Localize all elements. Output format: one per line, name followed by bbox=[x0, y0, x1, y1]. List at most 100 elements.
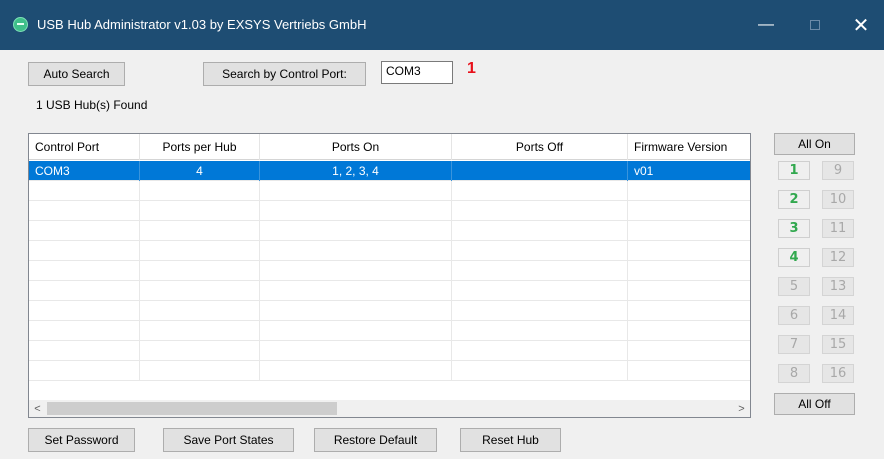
empty-cell bbox=[260, 201, 452, 221]
empty-cell bbox=[260, 221, 452, 241]
column-header-ports-on[interactable]: Ports On bbox=[260, 134, 452, 160]
empty-cell bbox=[628, 281, 750, 301]
empty-cell bbox=[260, 261, 452, 281]
column-header-ports-off[interactable]: Ports Off bbox=[452, 134, 628, 160]
port-2-button[interactable]: 2 bbox=[778, 190, 810, 209]
column-header-firmware-version[interactable]: Firmware Version bbox=[628, 134, 750, 160]
hub-table[interactable]: Control Port Ports per Hub Ports On Port… bbox=[28, 133, 751, 418]
empty-cell bbox=[140, 361, 260, 381]
empty-cell bbox=[452, 301, 628, 321]
empty-cell bbox=[628, 201, 750, 221]
empty-cell bbox=[140, 241, 260, 261]
table-row-empty[interactable] bbox=[29, 241, 750, 261]
table-row-empty[interactable] bbox=[29, 181, 750, 201]
search-by-control-port-button[interactable]: Search by Control Port: bbox=[203, 62, 366, 86]
port-4-button[interactable]: 4 bbox=[778, 248, 810, 267]
title-bar: USB Hub Administrator v1.03 by EXSYS Ver… bbox=[0, 0, 884, 50]
close-button[interactable]: ✕ bbox=[838, 0, 884, 50]
empty-cell bbox=[140, 201, 260, 221]
empty-cell bbox=[628, 241, 750, 261]
empty-cell bbox=[260, 241, 452, 261]
empty-cell bbox=[29, 241, 140, 261]
cell-ports-on: 1, 2, 3, 4 bbox=[260, 161, 452, 181]
column-header-ports-per-hub[interactable]: Ports per Hub bbox=[140, 134, 260, 160]
empty-cell bbox=[260, 181, 452, 201]
empty-cell bbox=[628, 181, 750, 201]
table-row-empty[interactable] bbox=[29, 281, 750, 301]
minimize-button[interactable]: — bbox=[743, 0, 789, 50]
port-3-button[interactable]: 3 bbox=[778, 219, 810, 238]
scroll-left-icon[interactable]: < bbox=[29, 400, 46, 417]
port-14-button[interactable]: 14 bbox=[822, 306, 854, 325]
empty-cell bbox=[29, 341, 140, 361]
empty-cell bbox=[260, 321, 452, 341]
table-row-empty[interactable] bbox=[29, 261, 750, 281]
set-password-button[interactable]: Set Password bbox=[28, 428, 135, 452]
cell-ports-per-hub: 4 bbox=[140, 161, 260, 181]
table-row-empty[interactable] bbox=[29, 221, 750, 241]
port-10-button[interactable]: 10 bbox=[822, 190, 854, 209]
table-row-empty[interactable] bbox=[29, 321, 750, 341]
empty-cell bbox=[452, 261, 628, 281]
table-row-empty[interactable] bbox=[29, 361, 750, 381]
port-5-button[interactable]: 5 bbox=[778, 277, 810, 296]
empty-cell bbox=[140, 301, 260, 321]
annotation-marker: 1 bbox=[467, 60, 476, 77]
cell-control-port: COM3 bbox=[29, 161, 140, 181]
all-on-button[interactable]: All On bbox=[774, 133, 855, 155]
restore-default-button[interactable]: Restore Default bbox=[314, 428, 437, 452]
port-15-button[interactable]: 15 bbox=[822, 335, 854, 354]
empty-cell bbox=[260, 361, 452, 381]
column-header-control-port[interactable]: Control Port bbox=[29, 134, 140, 160]
table-row[interactable]: COM3 4 1, 2, 3, 4 v01 bbox=[29, 161, 750, 181]
empty-cell bbox=[140, 181, 260, 201]
empty-cell bbox=[29, 261, 140, 281]
cell-firmware-version: v01 bbox=[634, 164, 654, 178]
app-icon bbox=[13, 17, 28, 32]
empty-cell bbox=[260, 281, 452, 301]
empty-cell bbox=[452, 281, 628, 301]
empty-cell bbox=[628, 301, 750, 321]
port-12-button[interactable]: 12 bbox=[822, 248, 854, 267]
empty-cell bbox=[29, 201, 140, 221]
empty-cell bbox=[140, 261, 260, 281]
empty-cell bbox=[452, 181, 628, 201]
all-off-button[interactable]: All Off bbox=[774, 393, 855, 415]
port-16-button[interactable]: 16 bbox=[822, 364, 854, 383]
table-row-empty[interactable] bbox=[29, 201, 750, 221]
maximize-icon bbox=[810, 20, 820, 30]
empty-cell bbox=[140, 321, 260, 341]
port-13-button[interactable]: 13 bbox=[822, 277, 854, 296]
empty-cell bbox=[628, 261, 750, 281]
save-port-states-button[interactable]: Save Port States bbox=[163, 428, 294, 452]
empty-cell bbox=[452, 361, 628, 381]
maximize-button[interactable] bbox=[792, 0, 838, 50]
reset-hub-button[interactable]: Reset Hub bbox=[460, 428, 561, 452]
empty-cell bbox=[452, 241, 628, 261]
empty-cell bbox=[29, 321, 140, 341]
empty-cell bbox=[628, 221, 750, 241]
empty-cell bbox=[452, 341, 628, 361]
port-6-button[interactable]: 6 bbox=[778, 306, 810, 325]
empty-cell bbox=[140, 281, 260, 301]
horizontal-scrollbar[interactable]: < > bbox=[29, 400, 750, 417]
control-port-input[interactable]: COM3 bbox=[381, 61, 453, 84]
table-row-empty[interactable] bbox=[29, 301, 750, 321]
empty-cell bbox=[628, 321, 750, 341]
port-1-button[interactable]: 1 bbox=[778, 161, 810, 180]
empty-cell bbox=[260, 341, 452, 361]
table-row-empty[interactable] bbox=[29, 341, 750, 361]
empty-cell bbox=[452, 201, 628, 221]
empty-cell bbox=[628, 361, 750, 381]
port-11-button[interactable]: 11 bbox=[822, 219, 854, 238]
port-8-button[interactable]: 8 bbox=[778, 364, 810, 383]
empty-cell bbox=[29, 301, 140, 321]
window-title: USB Hub Administrator v1.03 by EXSYS Ver… bbox=[37, 17, 367, 32]
scroll-right-icon[interactable]: > bbox=[733, 400, 750, 417]
port-9-button[interactable]: 9 bbox=[822, 161, 854, 180]
empty-cell bbox=[452, 221, 628, 241]
port-7-button[interactable]: 7 bbox=[778, 335, 810, 354]
auto-search-button[interactable]: Auto Search bbox=[28, 62, 125, 86]
empty-cell bbox=[140, 341, 260, 361]
scrollbar-thumb[interactable] bbox=[47, 402, 337, 415]
